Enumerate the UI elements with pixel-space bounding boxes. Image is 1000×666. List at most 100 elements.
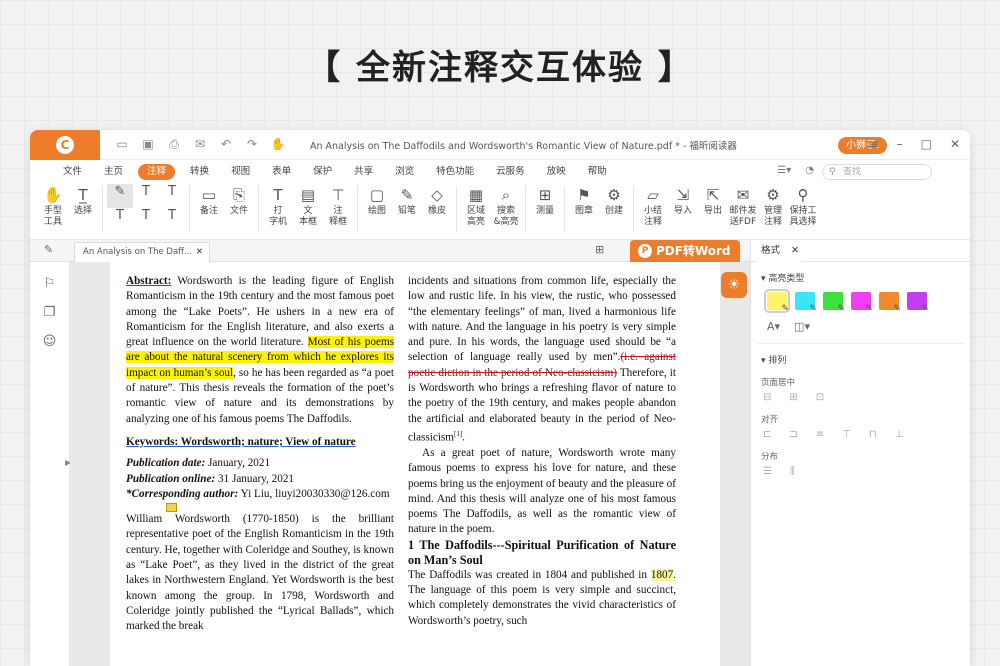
- insert-text-icon[interactable]: T: [107, 208, 133, 232]
- measure-button[interactable]: ⊞ 测量: [530, 184, 560, 217]
- manage-comments-button[interactable]: ⚙ 管理 注释: [758, 184, 788, 228]
- highlight-color-swatch[interactable]: [823, 292, 845, 314]
- promo-banner-title: 【 全新注释交互体验 】: [306, 48, 694, 88]
- note-button[interactable]: ▭ 备注: [194, 184, 224, 217]
- grid-view-icon[interactable]: ⊞: [595, 243, 604, 256]
- pages-icon[interactable]: ❐: [30, 305, 69, 320]
- menu-help[interactable]: 帮助: [577, 164, 618, 180]
- menu-cloud[interactable]: 云服务: [485, 164, 536, 180]
- menu-comment[interactable]: 注释: [138, 164, 176, 180]
- strikeout-text-icon[interactable]: T: [159, 184, 185, 208]
- highlight-color-swatch[interactable]: [795, 292, 817, 314]
- menu-file[interactable]: 文件: [52, 164, 93, 180]
- app-logo-tab[interactable]: C: [30, 130, 100, 160]
- document-viewport[interactable]: Abstract: Wordsworth is the leading figu…: [70, 262, 750, 666]
- print-icon[interactable]: ⎙: [166, 137, 182, 152]
- highlight-color-swatch[interactable]: [764, 289, 790, 314]
- save-icon[interactable]: ▣: [140, 137, 156, 152]
- create-button[interactable]: ⚙ 创建: [599, 184, 629, 217]
- eraser-button[interactable]: ◇ 橡皮: [422, 184, 452, 217]
- highlight-color-swatch[interactable]: [851, 292, 873, 314]
- smart-tip-lightbulb-icon[interactable]: ☀: [721, 272, 747, 298]
- keep-tool-label: 保持工 具选择: [789, 206, 817, 227]
- distribute-vertical-icon[interactable]: ☰: [763, 466, 772, 477]
- stamp-icon: ⚑: [577, 186, 591, 204]
- menu-home[interactable]: 主页: [93, 164, 134, 180]
- pencil-button[interactable]: ✎ 铅笔: [392, 184, 422, 217]
- area-highlight-button[interactable]: ▦ 区域 高亮: [461, 184, 491, 228]
- close-panel-icon[interactable]: ✕: [791, 240, 799, 262]
- highlight-color-swatch[interactable]: [907, 292, 929, 314]
- textbox-button[interactable]: ▤ 文 本框: [293, 184, 323, 228]
- menu-share[interactable]: 共享: [343, 164, 384, 180]
- close-icon[interactable]: ✕: [950, 137, 960, 151]
- menu-convert[interactable]: 转换: [179, 164, 220, 180]
- email-fdf-button[interactable]: ✉ 邮件发 送FDF: [728, 184, 758, 228]
- highlight-color-swatch[interactable]: [879, 292, 901, 314]
- pdf-to-word-button[interactable]: P PDF转Word: [630, 240, 740, 262]
- open-icon[interactable]: ▭: [114, 137, 130, 152]
- replace-text-icon[interactable]: T: [133, 208, 159, 232]
- hand-tool-button[interactable]: ✋ 手型 工具: [38, 184, 68, 228]
- search-input[interactable]: ⚲ 查找: [822, 164, 932, 180]
- create-stamp-icon: ⚙: [607, 186, 621, 204]
- opacity-icon[interactable]: ◫▾: [794, 320, 810, 333]
- close-tab-icon[interactable]: ✕: [196, 243, 203, 261]
- summary-label: 小结 注释: [643, 206, 662, 227]
- file-attach-button[interactable]: ⎘ 文件: [224, 184, 254, 217]
- menu-form[interactable]: 表单: [261, 164, 302, 180]
- layout-toggle-icon[interactable]: ☰▾: [777, 165, 791, 176]
- menu-view[interactable]: 视图: [220, 164, 261, 180]
- summarize-comments-button[interactable]: ▱ 小结 注释: [638, 184, 668, 228]
- email-icon[interactable]: ✉: [192, 137, 208, 152]
- align-bottom-icon[interactable]: ⊥: [895, 429, 904, 440]
- menu-icon[interactable]: ≡: [869, 137, 879, 151]
- right-paragraph-2: As a great poet of nature, Wordsworth wr…: [408, 447, 676, 536]
- center-vertical-icon[interactable]: ⊞: [789, 392, 797, 403]
- format-panel: 格式 ✕ ▾ 高亮类型 A▾ ◫▾ ▾ 排列 页面居中 ⊟ ⊞ ⊡ 对齐 ⊏ ⊐ …: [750, 240, 970, 666]
- highlight-text-icon[interactable]: ✎: [107, 184, 133, 208]
- arrange-label: 排列: [768, 356, 787, 366]
- minimize-icon[interactable]: –: [897, 137, 903, 151]
- menu-protect[interactable]: 保护: [302, 164, 343, 180]
- document-tab[interactable]: An Analysis on The Daff... ✕: [74, 242, 210, 262]
- year-highlight-annotation[interactable]: 1807: [650, 568, 674, 581]
- squiggly-text-icon[interactable]: T: [159, 208, 185, 232]
- hand-tool-icon[interactable]: ✋: [270, 137, 286, 152]
- align-top-icon[interactable]: ⊤: [842, 429, 851, 440]
- align-left-icon[interactable]: ⊏: [763, 429, 771, 440]
- redo-icon[interactable]: ↷: [244, 137, 260, 152]
- bell-icon[interactable]: ◔: [805, 165, 814, 176]
- distribute-horizontal-icon[interactable]: ⫼: [790, 466, 795, 477]
- typewriter-button[interactable]: T 打 字机: [263, 184, 293, 228]
- center-both-icon[interactable]: ⊡: [816, 392, 824, 403]
- export-label: 导出: [703, 206, 722, 216]
- menu-browse[interactable]: 浏览: [384, 164, 425, 180]
- page-center-label: 页面居中: [761, 378, 796, 388]
- align-right-icon[interactable]: ≡: [816, 429, 824, 440]
- import-button[interactable]: ⇲ 导入: [668, 184, 698, 217]
- menu-features[interactable]: 特色功能: [425, 164, 485, 180]
- menu-slideshow[interactable]: 放映: [536, 164, 577, 180]
- format-tab[interactable]: 格式 ✕: [757, 240, 801, 262]
- maximize-icon[interactable]: □: [921, 137, 932, 151]
- underline-text-icon[interactable]: T: [133, 184, 159, 208]
- select-tool-button[interactable]: T̲ 选择: [68, 184, 98, 217]
- export-button[interactable]: ⇱ 导出: [698, 184, 728, 217]
- align-middle-icon[interactable]: ⊓: [869, 429, 877, 440]
- comments-icon[interactable]: ☺: [30, 334, 69, 349]
- center-horizontal-icon[interactable]: ⊟: [763, 392, 771, 403]
- undo-icon[interactable]: ↶: [218, 137, 234, 152]
- keywords-underline-annotation[interactable]: Keywords: Wordsworth; nature; View of na…: [126, 436, 356, 448]
- quick-access-toolbar: ▭ ▣ ⎙ ✉ ↶ ↷ ✋: [114, 137, 286, 152]
- draw-button[interactable]: ▢ 绘图: [362, 184, 392, 217]
- bookmark-icon[interactable]: ⚐: [30, 276, 69, 291]
- stamp-button[interactable]: ⚑ 图章: [569, 184, 599, 217]
- callout-button[interactable]: ⊤ 注 释框: [323, 184, 353, 228]
- text-color-icon[interactable]: A▾: [767, 320, 780, 333]
- search-highlight-button[interactable]: ⌕ 搜索 &高亮: [491, 184, 521, 228]
- edit-pen-icon[interactable]: ✎: [44, 243, 53, 256]
- align-center-icon[interactable]: ⊐: [789, 429, 797, 440]
- keep-tool-button[interactable]: ⚲ 保持工 具选择: [788, 184, 818, 228]
- sticky-note-annotation-icon[interactable]: [166, 503, 177, 513]
